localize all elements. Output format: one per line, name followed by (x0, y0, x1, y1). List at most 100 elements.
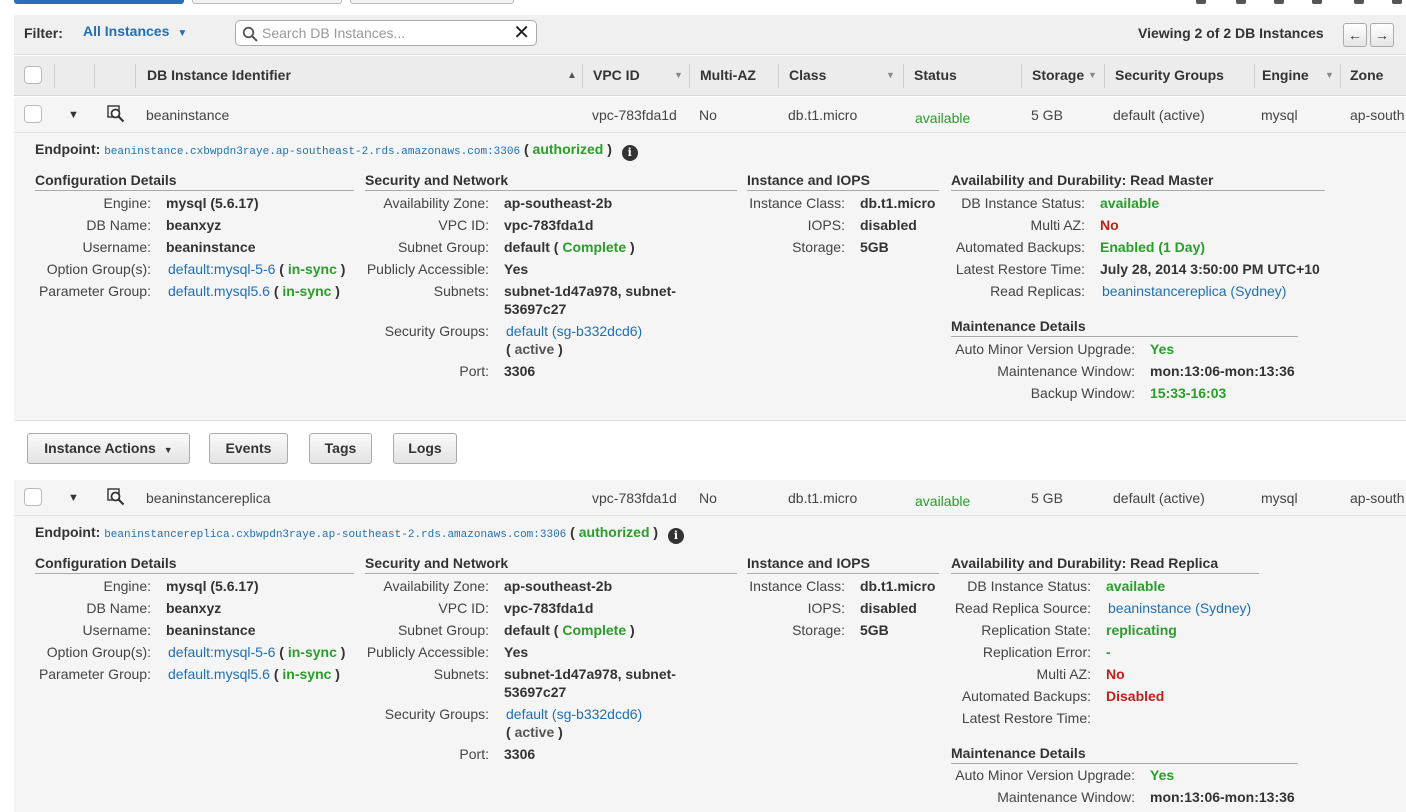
endpoint-url[interactable]: beaninstancereplica.cxbwpdn3raye.ap-sout… (104, 529, 566, 541)
endpoint-url[interactable]: beaninstance.cxbwpdn3raye.ap-southeast-2… (104, 146, 520, 158)
label: DB Instance Status: (967, 578, 1091, 594)
sort-icon[interactable]: ▼ (1088, 70, 1097, 80)
launch-button-partial[interactable] (14, 0, 184, 4)
search-input[interactable] (260, 24, 510, 42)
select-all-checkbox[interactable] (24, 66, 42, 84)
column-header-multi-az[interactable]: Multi-AZ (700, 67, 756, 83)
instance-actions-button[interactable]: Instance Actions ▼ (27, 433, 190, 464)
parameter-group-link[interactable]: default.mysql5.6 (168, 666, 270, 682)
cell-zone: ap-south (1350, 490, 1405, 506)
label: Parameter Group: (38, 666, 151, 682)
label: Subnet Group: (397, 239, 489, 255)
value: replicating (1106, 622, 1177, 638)
read-replica-source-link[interactable]: beaninstance (Sydney) (1108, 600, 1251, 616)
cell-engine: mysql (1261, 107, 1298, 123)
label: Multi AZ: (1036, 666, 1091, 682)
parameter-group-link[interactable]: default.mysql5.6 (168, 283, 270, 299)
column-header-identifier[interactable]: DB Instance Identifier (147, 67, 291, 83)
collapse-row-icon[interactable]: ▼ (68, 492, 79, 504)
value: vpc-783fda1d (504, 600, 594, 616)
label: Option Group(s): (46, 261, 151, 277)
info-icon[interactable]: i (667, 528, 684, 544)
sort-icon[interactable]: ▼ (674, 70, 683, 80)
value: mysql (5.6.17) (166, 578, 259, 594)
paren-close: ) (607, 141, 612, 157)
prev-page-button[interactable]: ← (1343, 23, 1367, 47)
cell-multi-az: No (699, 107, 717, 123)
row-checkbox[interactable] (24, 105, 42, 123)
column-header-class[interactable]: Class (789, 67, 826, 83)
config-section-title: Configuration Details (35, 555, 354, 574)
label: IOPS: (807, 217, 845, 233)
option-group-status: in-sync (287, 261, 337, 277)
toolbar-button-partial[interactable] (192, 0, 342, 4)
column-header-engine[interactable]: Engine (1262, 67, 1309, 83)
column-header-storage[interactable]: Storage (1032, 67, 1084, 83)
collapse-row-icon[interactable]: ▼ (68, 109, 79, 121)
toolbar-icon[interactable] (1354, 0, 1364, 4)
maintenance-section-title: Maintenance Details (951, 318, 1298, 337)
label: Replication Error: (982, 644, 1091, 660)
refresh-icon[interactable] (1196, 0, 1206, 4)
label: Option Group(s): (46, 644, 151, 660)
label: Latest Restore Time: (955, 261, 1085, 277)
table-row[interactable]: ▼ beaninstance vpc-783fda1d No db.t1.mic… (14, 97, 1406, 133)
value: beanxyz (166, 600, 222, 616)
value: disabled (860, 217, 917, 233)
sort-icon[interactable]: ▼ (1325, 70, 1334, 80)
label: Instance Class: (749, 578, 845, 594)
events-button[interactable]: Events (209, 433, 288, 464)
label: Read Replicas: (990, 283, 1085, 299)
row-zoom-icon[interactable] (107, 105, 125, 123)
value: Disabled (1106, 688, 1165, 704)
cell-class: db.t1.micro (788, 107, 858, 123)
read-replica-link[interactable]: beaninstancereplica (Sydney) (1102, 283, 1286, 299)
value: - (1106, 644, 1111, 660)
endpoint-authorized: authorized (532, 141, 604, 157)
toolbar-button-partial[interactable] (350, 0, 514, 4)
column-header-vpc[interactable]: VPC ID (593, 67, 640, 83)
cell-security-groups: default (active) (1113, 107, 1205, 123)
value: available (1106, 578, 1166, 594)
chevron-down-icon: ▼ (177, 28, 188, 39)
cell-class: db.t1.micro (788, 490, 858, 506)
table-row[interactable]: ▼ beaninstancereplica vpc-783fda1d No db… (14, 480, 1406, 516)
info-icon[interactable]: i (621, 145, 638, 161)
option-group-link[interactable]: default:mysql-5-6 (168, 644, 275, 660)
next-page-button[interactable]: → (1370, 23, 1394, 47)
security-group-status: active (514, 724, 555, 740)
label: Maintenance Window: (997, 363, 1135, 379)
row-zoom-icon[interactable] (107, 488, 125, 506)
sort-icon[interactable]: ▼ (886, 70, 895, 80)
column-header-zone[interactable]: Zone (1350, 67, 1383, 83)
security-group-link[interactable]: default (sg-b332dcd6) (506, 323, 642, 339)
option-group-link[interactable]: default:mysql-5-6 (168, 261, 275, 277)
toolbar-icon[interactable] (1274, 0, 1284, 4)
security-group-link[interactable]: default (sg-b332dcd6) (506, 706, 642, 722)
sort-ascending-icon[interactable]: ▲ (567, 70, 577, 81)
toolbar-icon[interactable] (1236, 0, 1246, 4)
instance-actions-bar: Instance Actions ▼ Events Tags Logs (14, 420, 1406, 480)
label: Read Replica Source: (954, 600, 1091, 616)
help-icon[interactable] (1392, 0, 1402, 4)
pagination-status: Viewing 2 of 2 DB Instances (1138, 25, 1324, 41)
column-header-status[interactable]: Status (914, 67, 957, 83)
column-header-security-groups[interactable]: Security Groups (1115, 67, 1224, 83)
value-cont: 53697c27 (504, 684, 567, 700)
label: Publicly Accessible: (366, 644, 489, 660)
cell-zone: ap-south (1350, 107, 1405, 123)
toolbar-icon[interactable] (1312, 0, 1322, 4)
filter-dropdown[interactable]: All Instances ▼ (83, 23, 187, 39)
tags-button[interactable]: Tags (309, 433, 372, 464)
row-checkbox[interactable] (24, 488, 42, 506)
column-divider (94, 64, 95, 88)
parameter-group-status: in-sync (282, 283, 332, 299)
label: Availability Zone: (383, 195, 489, 211)
option-group-status: in-sync (287, 644, 337, 660)
logs-button[interactable]: Logs (393, 433, 457, 464)
label: DB Instance Status: (961, 195, 1085, 211)
subnet-group-status: Complete (562, 239, 627, 255)
label: Backup Window: (1030, 385, 1135, 401)
iops-section-title: Instance and IOPS (747, 555, 939, 574)
clear-search-icon[interactable]: ✕ (513, 22, 530, 44)
